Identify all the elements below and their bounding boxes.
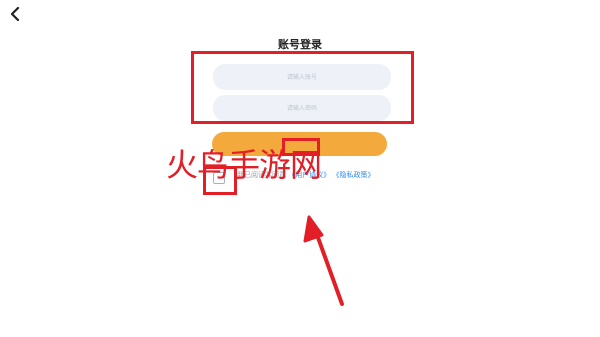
password-input[interactable] <box>213 95 391 121</box>
account-input[interactable] <box>213 64 391 90</box>
watermark-text: 火鸟手游网 <box>166 146 322 184</box>
back-button[interactable] <box>5 4 25 24</box>
chevron-left-icon <box>10 7 20 21</box>
page-title: 账号登录 <box>278 38 322 51</box>
privacy-policy-link[interactable]: 《隐私政策》 <box>332 171 374 179</box>
